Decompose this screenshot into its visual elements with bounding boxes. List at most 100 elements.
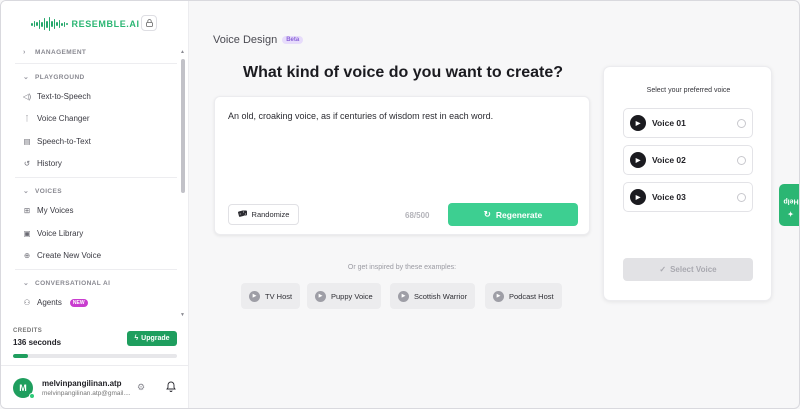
new-badge: NEW: [69, 298, 88, 307]
plus-circle-icon: ⊕: [23, 251, 31, 260]
select-voice-label: Select Voice: [670, 265, 717, 274]
section-label: MANAGEMENT: [35, 49, 87, 56]
voice-panel-title: Select your preferred voice: [646, 87, 731, 94]
credits-progress-fill: [13, 354, 28, 358]
sidebar-nav: › MANAGEMENT ⌄ PLAYGROUND ◁) Text-to-Spe…: [1, 41, 179, 319]
voice-option-label: Voice 01: [652, 118, 686, 128]
sidebar-item-label: Voice Library: [37, 229, 84, 238]
sidebar-item-text-to-speech[interactable]: ◁) Text-to-Speech: [23, 92, 91, 101]
randomize-button[interactable]: Randomize: [228, 204, 299, 225]
credits-progress-bar: [13, 354, 177, 358]
upgrade-button[interactable]: ϟ Upgrade: [127, 331, 177, 346]
grid-icon: ⊞: [23, 206, 31, 215]
example-label: TV Host: [265, 291, 293, 301]
lightning-icon: ϟ: [134, 335, 139, 342]
randomize-label: Randomize: [251, 210, 290, 219]
page-title: Voice Design Beta: [213, 34, 304, 46]
example-label: Scottish Warrior: [414, 291, 468, 301]
section-voices[interactable]: ⌄ VOICES: [23, 187, 62, 196]
regenerate-button[interactable]: ↻ Regenerate: [448, 203, 578, 226]
example-chip-puppy-voice[interactable]: ▶ Puppy Voice: [307, 283, 381, 309]
settings-gear-icon[interactable]: ⚙: [137, 382, 145, 393]
history-icon: ↺: [23, 159, 31, 168]
example-chip-scottish-warrior[interactable]: ▶ Scottish Warrior: [390, 283, 476, 309]
notification-bell-icon[interactable]: [166, 381, 176, 395]
scroll-down-arrow-icon[interactable]: ▼: [180, 312, 185, 318]
voice-radio[interactable]: [737, 156, 746, 165]
sidebar-item-label: Create New Voice: [37, 251, 102, 260]
lock-icon: [145, 19, 153, 27]
inspire-text: Or get inspired by these examples:: [347, 264, 457, 271]
user-email: melvinpangilinan.atp@gmail....: [42, 390, 131, 397]
app-window: RESEMBLE.AI ▲ ▼ › MANAGEMENT ⌄ PLAYGROUN…: [0, 0, 800, 409]
document-icon: ▤: [23, 137, 31, 146]
lock-sidebar-button[interactable]: [141, 15, 157, 31]
section-conversational-ai[interactable]: ⌄ CONVERSATIONAL AI: [23, 279, 110, 288]
section-management[interactable]: › MANAGEMENT: [23, 49, 86, 56]
dice-icon: [237, 209, 248, 220]
section-label: PLAYGROUND: [35, 73, 85, 81]
select-voice-button[interactable]: ✓ Select Voice: [623, 258, 753, 281]
sidebar-item-label: Speech-to-Text: [37, 137, 91, 146]
headline: What kind of voice do you want to create…: [242, 64, 564, 81]
sidebar-scrollbar[interactable]: [181, 59, 185, 193]
users-icon: ⚇: [23, 298, 31, 307]
section-playground[interactable]: ⌄ PLAYGROUND: [23, 73, 85, 82]
library-icon: ▣: [23, 229, 31, 238]
example-chip-podcast-host[interactable]: ▶ Podcast Host: [485, 283, 562, 309]
sidebar-item-create-new-voice[interactable]: ⊕ Create New Voice: [23, 251, 101, 260]
sidebar-item-my-voices[interactable]: ⊞ My Voices: [23, 206, 74, 215]
waveform-logo-icon: [31, 16, 68, 32]
sidebar-item-label: Agents: [37, 298, 62, 307]
voice-description-input[interactable]: An old, croaking voice, as if centuries …: [228, 111, 493, 121]
credits-panel: CREDITS 136 seconds ϟ Upgrade: [13, 328, 177, 358]
chevron-down-icon: ⌄: [23, 188, 30, 195]
sparkle-icon: ✦: [787, 209, 793, 217]
user-name: melvinpangilinan.atp: [42, 379, 122, 388]
sidebar-item-voice-library[interactable]: ▣ Voice Library: [23, 229, 83, 238]
sidebar-item-voice-changer[interactable]: ᛙ Voice Changer: [23, 114, 90, 123]
divider: [1, 365, 189, 366]
check-icon: ✓: [659, 265, 667, 274]
refresh-icon: ↻: [483, 209, 491, 219]
microphone-icon: ᛙ: [24, 114, 30, 123]
speaker-icon: ◁): [22, 92, 32, 101]
play-icon[interactable]: ▶: [630, 115, 646, 131]
chevron-down-icon: ⌄: [23, 280, 30, 287]
sidebar-item-speech-to-text[interactable]: ▤ Speech-to-Text: [23, 137, 91, 146]
chevron-right-icon: ›: [23, 49, 26, 56]
play-icon[interactable]: ▶: [630, 189, 646, 205]
divider: [15, 177, 177, 178]
sidebar: RESEMBLE.AI ▲ ▼ › MANAGEMENT ⌄ PLAYGROUN…: [1, 1, 189, 408]
play-icon: ▶: [315, 290, 326, 302]
voice-option-01[interactable]: ▶ Voice 01: [623, 108, 753, 138]
scroll-up-arrow-icon[interactable]: ▲: [180, 49, 185, 55]
prompt-card: An old, croaking voice, as if centuries …: [214, 96, 590, 235]
voice-option-02[interactable]: ▶ Voice 02: [623, 145, 753, 175]
beta-badge: Beta: [282, 36, 304, 44]
voice-radio[interactable]: [737, 193, 746, 202]
example-label: Puppy Voice: [331, 291, 373, 301]
play-icon: ▶: [493, 290, 504, 302]
play-icon: ▶: [249, 290, 260, 302]
voice-option-label: Voice 03: [652, 192, 686, 202]
sidebar-item-label: Voice Changer: [37, 114, 90, 123]
example-label: Podcast Host: [509, 291, 554, 301]
voice-radio[interactable]: [737, 119, 746, 128]
sidebar-item-label: History: [37, 159, 62, 168]
play-icon[interactable]: ▶: [630, 152, 646, 168]
sidebar-item-history[interactable]: ↺ History: [23, 159, 62, 168]
example-chip-tv-host[interactable]: ▶ TV Host: [241, 283, 301, 309]
divider: [15, 63, 177, 64]
page-title-text: Voice Design: [213, 34, 278, 46]
voice-option-label: Voice 02: [652, 155, 686, 165]
section-label: VOICES: [35, 187, 62, 195]
help-label: Help: [782, 197, 799, 205]
brand-name: RESEMBLE.AI: [71, 19, 140, 29]
help-tab[interactable]: ✦ Help: [779, 184, 799, 226]
voice-option-03[interactable]: ▶ Voice 03: [623, 182, 753, 212]
brand-logo[interactable]: RESEMBLE.AI: [31, 15, 140, 33]
regenerate-label: Regenerate: [495, 209, 543, 220]
character-counter: 68/500: [405, 211, 430, 220]
sidebar-item-agents[interactable]: ⚇ Agents NEW: [23, 298, 88, 307]
